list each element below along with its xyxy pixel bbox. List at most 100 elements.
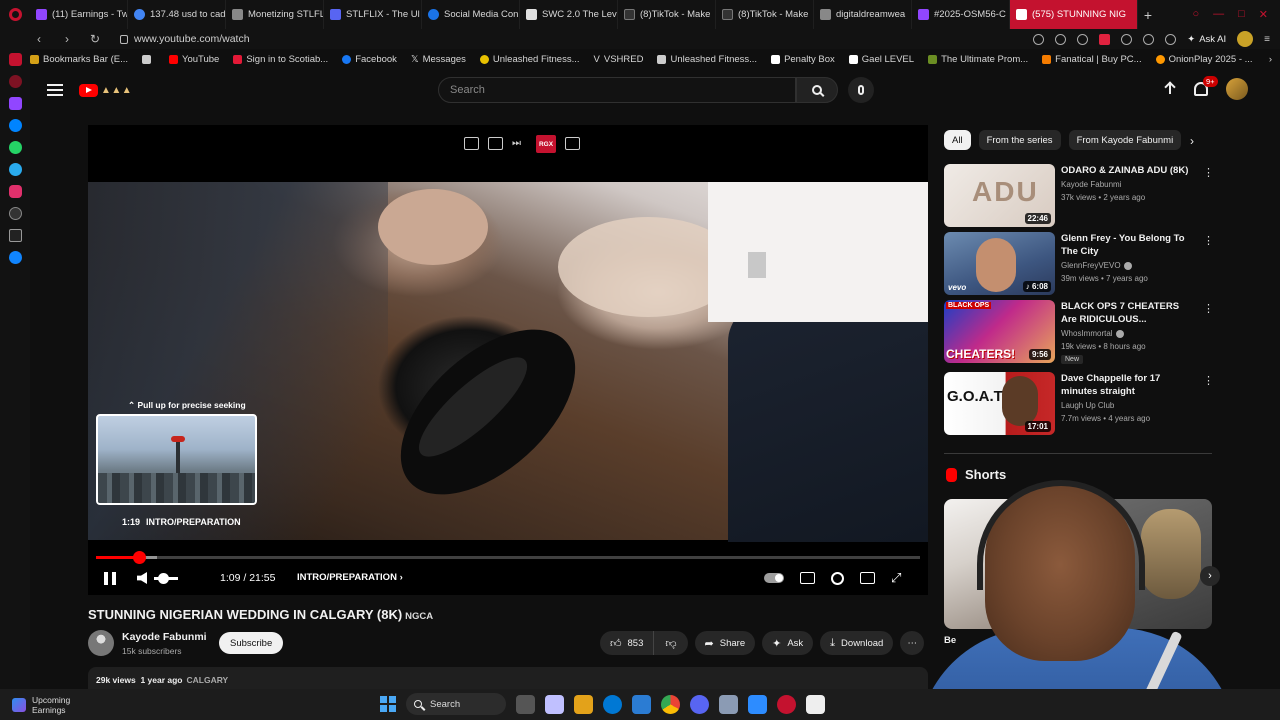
opera-menu-button[interactable] xyxy=(0,0,30,29)
heart-icon[interactable] xyxy=(1165,33,1177,45)
bookmark-item[interactable]: Sign in to Scotiab... xyxy=(233,54,328,65)
more-vert-icon[interactable]: ⋮ xyxy=(1203,166,1214,179)
sidebar-toggle-icon[interactable] xyxy=(565,137,580,150)
recommendation-item[interactable]: vevo ♪ 6:08 Glenn Frey - You Belong To Th… xyxy=(944,232,1214,296)
store-icon[interactable] xyxy=(632,694,651,714)
recommendation-channel[interactable]: Laugh Up Club xyxy=(1061,401,1114,410)
like-button[interactable]: 👍︎ 853 xyxy=(600,631,655,655)
video-thumbnail[interactable]: vevo ♪ 6:08 xyxy=(944,232,1055,295)
chevron-right-icon[interactable]: › xyxy=(1190,134,1194,148)
task-view-icon[interactable] xyxy=(516,694,535,714)
chip-from-series[interactable]: From the series xyxy=(978,130,1061,150)
discord-icon[interactable] xyxy=(690,694,709,714)
recommendation-channel[interactable]: WhosImmortal xyxy=(1061,329,1124,338)
browser-tab[interactable]: #2025-OSM56-C xyxy=(912,0,1010,29)
taskbar-search[interactable]: Search xyxy=(406,693,506,715)
video-player[interactable]: ⏭ RGX ⌃ Pull up for precise seeking 1:19… xyxy=(88,125,928,595)
chrome-icon[interactable] xyxy=(661,694,680,714)
hamburger-menu-icon[interactable] xyxy=(47,81,63,99)
tiktok-icon[interactable] xyxy=(8,207,22,220)
enter-icon[interactable] xyxy=(488,137,503,150)
new-tab-button[interactable]: + xyxy=(1138,7,1158,23)
more-vert-icon[interactable]: ⋮ xyxy=(1203,374,1214,387)
channel-avatar[interactable] xyxy=(88,630,114,656)
vpn-icon[interactable] xyxy=(719,694,738,714)
browser-tab[interactable]: Social Media Con xyxy=(422,0,520,29)
video-thumbnail[interactable]: G.O.A.T 17:01 xyxy=(944,372,1055,435)
recommendation-item[interactable]: ADU 22:46 ODARO & ZAINAB ADU (8K) Kayode … xyxy=(944,164,1214,228)
speed-dial-icon[interactable] xyxy=(8,53,22,66)
search-input[interactable]: Search xyxy=(438,77,796,103)
browser-tab[interactable]: STLFLIX - The Ul xyxy=(324,0,422,29)
url-field[interactable]: www.youtube.com/watch xyxy=(120,33,250,45)
recommendation-channel[interactable]: Kayode Fabunmi xyxy=(1061,180,1121,189)
close-icon[interactable]: ✕ xyxy=(1259,8,1268,21)
share-button[interactable]: ➦ Share xyxy=(694,631,756,655)
browser-tab-active[interactable]: (575) STUNNING NIG xyxy=(1010,0,1138,29)
upload-icon[interactable] xyxy=(1164,82,1176,96)
browser-tab[interactable]: digitaldreamwea xyxy=(814,0,912,29)
copilot-icon[interactable] xyxy=(545,694,564,714)
ai-icon[interactable] xyxy=(8,75,22,88)
browser-tab[interactable]: 137.48 usd to cad xyxy=(128,0,226,29)
browser-tab[interactable]: Monetizing STLFL xyxy=(226,0,324,29)
more-vert-icon[interactable]: ⋮ xyxy=(1203,234,1214,247)
profile-icon[interactable] xyxy=(1237,31,1254,47)
earnings-widget[interactable]: Upcoming Earnings xyxy=(0,695,70,715)
adblock-icon[interactable] xyxy=(1099,33,1111,45)
youtube-logo[interactable]: ▲▲▲ xyxy=(79,83,132,97)
x-icon[interactable] xyxy=(8,229,22,242)
recommendation-channel[interactable]: GlennFreyVEVO xyxy=(1061,261,1132,270)
subscribe-button[interactable]: Subscribe xyxy=(219,632,284,654)
opera-icon[interactable] xyxy=(777,694,796,714)
menu-icon[interactable]: ≡ xyxy=(1264,34,1270,45)
play-icon[interactable] xyxy=(1121,33,1133,45)
instagram-icon[interactable] xyxy=(8,185,22,198)
popout-icon[interactable] xyxy=(464,137,479,150)
bookmark-item[interactable]: Penalty Box xyxy=(771,54,835,65)
dislike-button[interactable]: 👎︎ xyxy=(654,631,688,655)
bookmark-item[interactable]: Bookmarks Bar (E... xyxy=(30,54,128,65)
search-tabs-icon[interactable]: ○ xyxy=(1192,8,1199,21)
chip-from-channel[interactable]: From Kayode Fabunmi xyxy=(1068,130,1182,150)
progress-bar[interactable] xyxy=(96,551,920,564)
ask-button[interactable]: ✦ Ask xyxy=(762,631,814,655)
back-icon[interactable]: ‹ xyxy=(32,32,46,46)
volume-icon[interactable] xyxy=(137,572,147,584)
chapter-button[interactable]: INTRO/PREPARATION › xyxy=(297,572,403,583)
notifications-icon[interactable]: 9+ xyxy=(1194,76,1218,96)
browser-tab[interactable]: (8)TikTok - Make xyxy=(716,0,814,29)
channel-name[interactable]: Kayode Fabunmi xyxy=(122,631,207,643)
windows-start-icon[interactable] xyxy=(380,696,396,712)
chip-all[interactable]: All xyxy=(944,130,971,150)
bookmark-icon[interactable] xyxy=(1143,33,1155,45)
bookmark-item[interactable]: YouTube xyxy=(169,54,219,65)
bookmark-item[interactable]: Gael LEVEL xyxy=(848,54,914,65)
reload-icon[interactable]: ↻ xyxy=(88,32,102,46)
notepad-icon[interactable] xyxy=(806,694,825,714)
steam-icon[interactable] xyxy=(748,694,767,714)
whatsapp-icon[interactable] xyxy=(8,141,22,154)
bookmark-item[interactable]: V VSHRED xyxy=(594,54,644,65)
recommendation-item[interactable]: BLACK OPS CHEATERS! 9:56 BLACK OPS 7 CHEAT… xyxy=(944,300,1214,364)
forward-icon[interactable]: › xyxy=(60,32,74,46)
recommendation-title[interactable]: Dave Chappelle for 17 minutes straight xyxy=(1061,372,1197,398)
recommendation-title[interactable]: ODARO & ZAINAB ADU (8K) xyxy=(1061,164,1197,177)
download-button[interactable]: ⤓ Download xyxy=(820,631,894,655)
bookmark-item[interactable]: Unleashed Fitness... xyxy=(657,54,757,65)
messenger-icon[interactable] xyxy=(8,119,22,132)
voice-search-button[interactable] xyxy=(848,77,874,103)
recommendation-item[interactable]: G.O.A.T 17:01 Dave Chappelle for 17 minut… xyxy=(944,372,1214,436)
search-button[interactable] xyxy=(796,77,838,103)
account-avatar[interactable] xyxy=(1226,78,1248,100)
bookmarks-more-icon[interactable]: › xyxy=(1269,54,1280,65)
browser-tab[interactable]: SWC 2.0 The Lev xyxy=(520,0,618,29)
theater-mode-icon[interactable] xyxy=(860,572,875,584)
pin-icon[interactable] xyxy=(1055,33,1067,45)
snapshot-icon[interactable] xyxy=(1077,33,1089,45)
settings-gear-icon[interactable] xyxy=(831,571,844,585)
bookmark-item[interactable]: The Ultimate Prom... xyxy=(928,54,1028,65)
browser-tab[interactable]: (8)TikTok - Make xyxy=(618,0,716,29)
twitch-icon[interactable] xyxy=(8,97,22,110)
volume-handle[interactable] xyxy=(158,573,169,584)
